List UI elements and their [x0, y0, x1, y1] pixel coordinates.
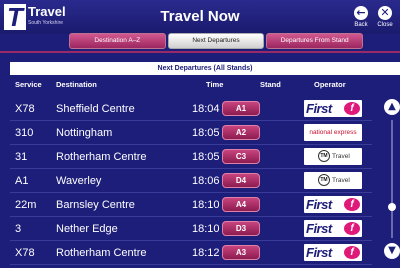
first-logo-text: First — [306, 101, 332, 116]
operator-logo: First f — [304, 244, 362, 261]
national-express-logo-text: national express — [309, 129, 357, 136]
arrow-down-icon[interactable]: ▼ — [384, 243, 400, 259]
departure-list: X78 Sheffield Centre 18:04 A1 First f 310 Notti… — [10, 97, 372, 265]
first-swoosh-icon: f — [344, 198, 360, 211]
back-button[interactable]: ← Back — [350, 6, 372, 29]
first-swoosh-icon: f — [344, 246, 360, 259]
close-button[interactable]: ✕ Close — [374, 6, 396, 29]
table-row[interactable]: X78 Sheffield Centre 18:04 A1 First f — [10, 97, 372, 121]
tm-travel-logo-text: Travel — [332, 177, 350, 184]
table-row[interactable]: 3 Nether Edge 18:10 D3 First f — [10, 217, 372, 241]
departure-time: 18:10 — [192, 223, 220, 235]
tab-bar: Destination A–Z Next Departures Departur… — [68, 33, 364, 50]
arrow-up-icon[interactable]: ▲ — [384, 99, 400, 115]
stand-badge: C3 — [222, 149, 260, 164]
stand-badge: A2 — [222, 125, 260, 140]
column-header-destination: Destination — [56, 80, 97, 89]
destination-name: Nether Edge — [56, 223, 118, 235]
service-number: A1 — [15, 175, 29, 187]
first-logo-text: First — [306, 245, 332, 260]
destination-name: Sheffield Centre — [56, 103, 135, 115]
scroll-track[interactable] — [391, 120, 393, 238]
service-number: 22m — [15, 199, 37, 211]
table-row[interactable]: X78 Rotherham Centre 18:12 A3 First f — [10, 241, 372, 265]
destination-name: Barnsley Centre — [56, 199, 135, 211]
departure-time: 18:06 — [192, 175, 220, 187]
service-number: 310 — [15, 127, 34, 139]
destination-name: Rotherham Centre — [56, 151, 147, 163]
board-subtitle: Next Departures (All Stands) — [10, 62, 400, 75]
tm-travel-badge-icon: TM — [318, 174, 330, 186]
operator-logo: First f — [304, 100, 362, 117]
stand-badge: D3 — [222, 221, 260, 236]
table-row[interactable]: A1 Waverley 18:06 D4 TM Travel — [10, 169, 372, 193]
operator-logo: national express — [304, 124, 362, 141]
operator-logo: TM Travel — [304, 172, 362, 189]
destination-name: Rotherham Centre — [56, 247, 147, 259]
back-arrow-icon: ← — [354, 6, 368, 20]
destination-name: Waverley — [56, 175, 102, 187]
first-swoosh-icon: f — [344, 222, 360, 235]
first-logo-text: First — [306, 221, 332, 236]
tm-travel-logo-text: Travel — [332, 153, 350, 160]
scroll-thumb[interactable] — [388, 202, 396, 211]
tab-departures-from-stand[interactable]: Departures From Stand — [266, 33, 364, 49]
departure-time: 18:04 — [192, 103, 220, 115]
table-row[interactable]: 22m Barnsley Centre 18:10 A4 First f — [10, 193, 372, 217]
tab-destination-az[interactable]: Destination A–Z — [69, 33, 166, 49]
close-x-icon: ✕ — [378, 6, 392, 20]
tab-next-departures[interactable]: Next Departures — [167, 33, 265, 49]
service-number: 31 — [15, 151, 28, 163]
close-label: Close — [377, 22, 393, 28]
departure-time: 18:05 — [192, 151, 220, 163]
table-row[interactable]: 31 Rotherham Centre 18:05 C3 TM Travel — [10, 145, 372, 169]
back-label: Back — [354, 22, 368, 28]
departure-time: 18:10 — [192, 199, 220, 211]
column-header-time: Time — [206, 80, 224, 89]
destination-name: Nottingham — [56, 127, 113, 139]
service-number: 3 — [15, 223, 22, 235]
stand-badge: A4 — [222, 197, 260, 212]
stand-badge: A3 — [222, 245, 260, 260]
title-bar: T Travel South Yorkshire Travel Now ← Ba… — [0, 0, 400, 34]
first-swoosh-icon: f — [344, 102, 360, 115]
service-number: X78 — [15, 103, 35, 115]
tm-travel-badge-icon: TM — [318, 150, 330, 162]
app-title: Travel Now — [160, 8, 240, 25]
column-header-service: Service — [15, 80, 42, 89]
service-number: X78 — [15, 247, 35, 259]
tab-underline — [0, 51, 400, 53]
stand-badge: D4 — [222, 173, 260, 188]
first-logo-text: First — [306, 197, 332, 212]
column-header-stand: Stand — [260, 80, 281, 89]
table-row[interactable]: 310 Nottingham 18:05 A2 national express — [10, 121, 372, 145]
operator-logo: TM Travel — [304, 148, 362, 165]
departures-board: Next Departures (All Stands) Service Des… — [10, 62, 400, 268]
departure-time: 18:05 — [192, 127, 220, 139]
operator-logo: First f — [304, 220, 362, 237]
column-header-operator: Operator — [314, 80, 346, 89]
operator-logo: First f — [304, 196, 362, 213]
departure-time: 18:12 — [192, 247, 220, 259]
stand-badge: A1 — [222, 101, 260, 116]
